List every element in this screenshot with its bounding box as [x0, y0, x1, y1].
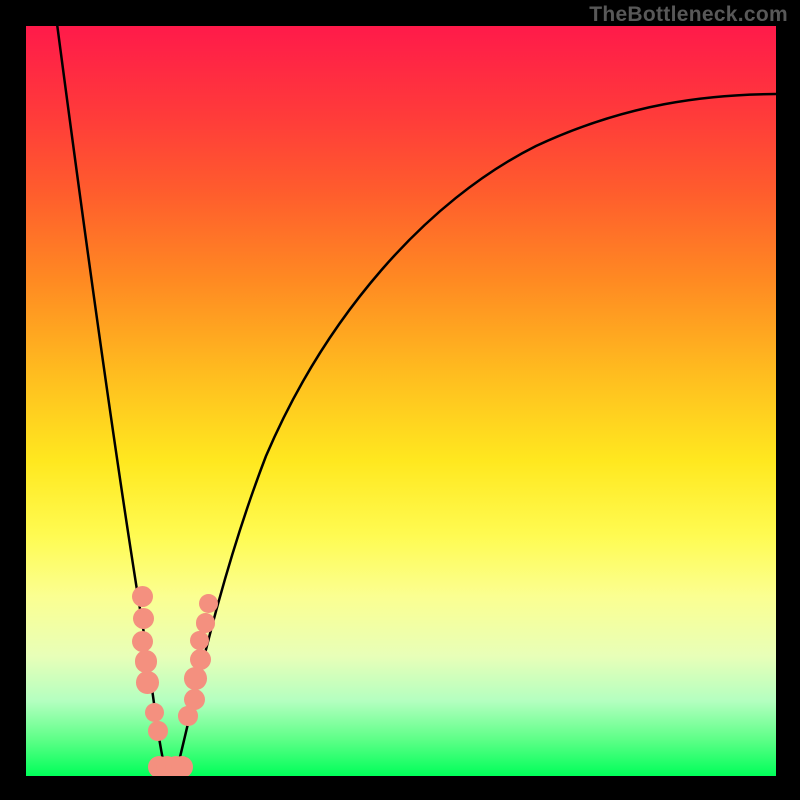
curve-right-path	[176, 94, 776, 773]
data-marker	[190, 649, 211, 670]
data-marker	[145, 703, 165, 723]
data-marker	[190, 631, 210, 651]
data-marker	[184, 689, 205, 710]
data-marker	[184, 667, 207, 690]
data-marker	[135, 650, 158, 673]
watermark-text: TheBottleneck.com	[589, 3, 788, 27]
chart-container: TheBottleneck.com	[0, 0, 800, 800]
data-marker	[199, 594, 219, 614]
data-marker	[136, 671, 159, 694]
data-marker	[171, 756, 194, 776]
data-marker	[196, 613, 216, 633]
data-marker	[132, 631, 153, 652]
plot-area	[26, 26, 776, 776]
data-marker	[132, 586, 153, 607]
data-marker	[148, 721, 168, 741]
